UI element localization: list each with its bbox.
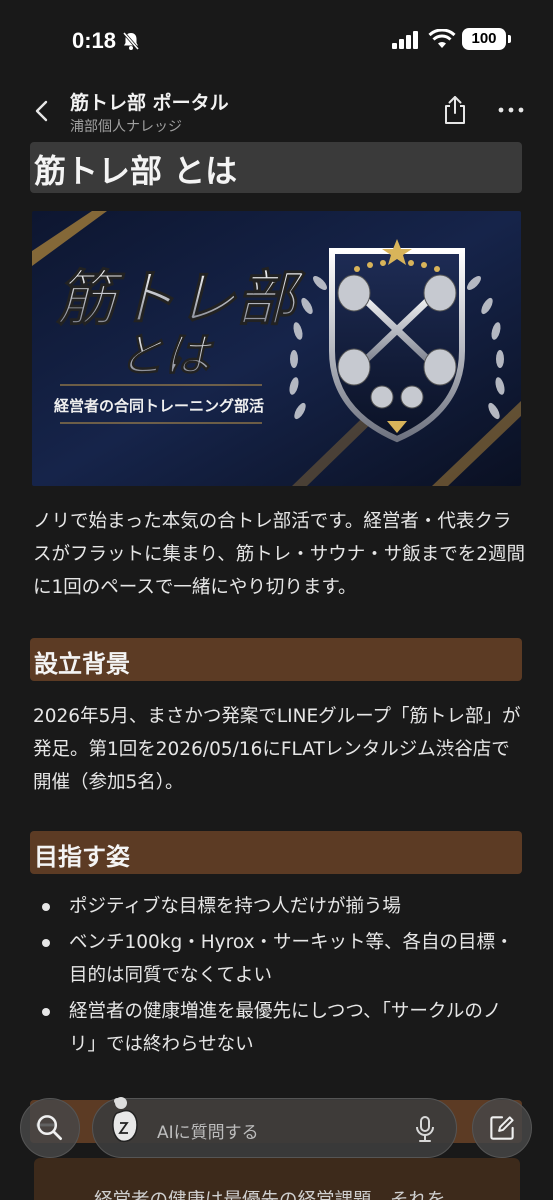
heading-1-block[interactable]: 筋トレ部 とは [30, 142, 522, 193]
bullet-item[interactable]: ベンチ100kg・Hyrox・サーキット等、各自の目標・目的は同質でなくてよい [33, 926, 523, 992]
hero-tagline: 経営者の合同トレーニング部活 [54, 397, 264, 415]
bullet-dot-icon [42, 903, 50, 911]
page-title: 筋トレ部 ポータル [70, 92, 229, 114]
compose-button[interactable] [472, 1098, 532, 1158]
bell-slash-icon [122, 32, 140, 50]
status-time: 0:18 [72, 28, 117, 53]
ai-question-input[interactable]: AIに質問する [92, 1097, 457, 1158]
bullet-list: ポジティブな目標を持つ人だけが揃う場 ベンチ100kg・Hyrox・サーキット等… [33, 890, 523, 1064]
callout-text: 経営者の健康は最優先の経営課題。それを [94, 1186, 446, 1200]
callout-block-partial[interactable]: 経営者の健康は最優先の経営課題。それを [34, 1158, 520, 1200]
ai-avatar-icon [112, 1097, 138, 1143]
bullet-text: ポジティブな目標を持つ人だけが揃う場 [69, 896, 401, 917]
wifi-icon [428, 29, 456, 48]
hero-title-line2: とは [118, 328, 215, 382]
search-button[interactable] [20, 1098, 80, 1158]
back-button[interactable] [28, 96, 56, 126]
heading-2-block[interactable]: 設立背景 [30, 638, 522, 681]
hero-title-line1: 筋トレ部 [56, 264, 306, 334]
heading-1: 筋トレ部 とは [34, 152, 238, 190]
share-button[interactable] [440, 94, 470, 126]
bullet-dot-icon [42, 939, 50, 947]
search-icon [37, 1115, 62, 1140]
hero-image[interactable]: 筋トレ部 とは 経営者の合同トレーニング部活 [32, 211, 521, 486]
workspace-name: 浦部個人ナレッジ [70, 119, 182, 135]
ai-input-placeholder: AIに質問する [157, 1123, 259, 1143]
nav-header: 筋トレ部 ポータル 浦部個人ナレッジ [0, 80, 553, 142]
compose-icon [490, 1116, 514, 1140]
bullet-item[interactable]: ポジティブな目標を持つ人だけが揃う場 [33, 890, 523, 923]
bullet-dot-icon [42, 1008, 50, 1016]
bullet-text: 経営者の健康増進を最優先にしつつ、「サークルのノリ」では終わらせない [69, 1001, 502, 1055]
more-options-button[interactable] [496, 100, 526, 120]
heading-2: 目指す姿 [34, 843, 130, 871]
heading-2: 設立背景 [34, 650, 130, 678]
intro-paragraph[interactable]: ノリで始まった本気の合トレ部活です。経営者・代表クラスがフラットに集まり、筋トレ… [33, 505, 528, 604]
cellular-signal-icon [392, 31, 418, 49]
status-bar: 0:18 100 [0, 0, 553, 80]
battery-indicator: 100 [462, 28, 511, 50]
background-paragraph[interactable]: 2026年5月、まさかつ発案でLINEグループ「筋トレ部」が発足。第1回を202… [33, 700, 528, 799]
microphone-icon[interactable] [415, 1115, 435, 1143]
bullet-text: ベンチ100kg・Hyrox・サーキット等、各自の目標・目的は同質でなくてよい [69, 932, 514, 986]
heading-2-block[interactable]: 目指す姿 [30, 831, 522, 874]
bullet-item[interactable]: 経営者の健康増進を最優先にしつつ、「サークルのノリ」では終わらせない [33, 995, 523, 1061]
